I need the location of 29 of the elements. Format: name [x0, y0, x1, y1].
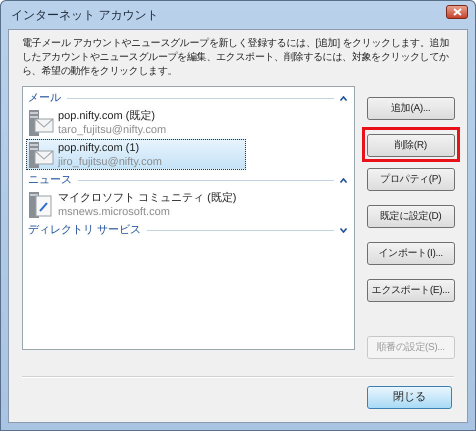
chevron-up-icon[interactable]	[340, 96, 347, 100]
account-item[interactable]: マイクロソフト コミュニティ (既定) msnews.microsoft.com	[26, 189, 246, 220]
account-detail: msnews.microsoft.com	[58, 204, 171, 218]
section-header[interactable]: ディレクトリ サービス	[28, 222, 142, 238]
section-header[interactable]: ニュース	[28, 172, 72, 188]
server-document-icon	[28, 190, 54, 218]
action-button[interactable]: エクスポート(E)...	[366, 279, 455, 302]
server-mail-icon	[28, 140, 54, 168]
section-header[interactable]: メール	[28, 90, 61, 106]
chevron-up-icon[interactable]	[340, 178, 347, 182]
action-button[interactable]: インポート(I)...	[366, 242, 455, 265]
account-item[interactable]: pop.nifty.com (既定) taro_fujitsu@nifty.com	[26, 107, 246, 138]
description-text: 電子メール アカウントやニュースグループを新しく登録するには、[追加] をクリックします。追加したアカウントやニュースグループを編集、エクスポート、削除するには、対象をクリックしてから、希望の動作をクリックします。	[22, 37, 450, 79]
account-name: pop.nifty.com (既定)	[58, 108, 156, 122]
account-name: pop.nifty.com (1)	[58, 140, 140, 154]
account-name: マイクロソフト コミュニティ (既定)	[58, 190, 236, 204]
close-button[interactable]	[446, 5, 468, 19]
account-item[interactable]: pop.nifty.com (1) jiro_fujitsu@nifty.com	[26, 139, 246, 170]
action-button[interactable]: 追加(A)...	[366, 97, 455, 120]
server-mail-icon	[28, 108, 54, 136]
action-button[interactable]: 既定に設定(D)	[366, 205, 455, 228]
account-detail: jiro_fujitsu@nifty.com	[58, 154, 162, 168]
account-detail: taro_fujitsu@nifty.com	[58, 122, 166, 136]
close-icon	[452, 8, 462, 16]
chevron-down-icon[interactable]	[340, 228, 347, 232]
action-button[interactable]: 削除(R)	[366, 134, 455, 157]
window-title: インターネット アカウント	[11, 7, 158, 24]
close-dialog-button[interactable]: 閉じる	[367, 386, 452, 409]
action-button[interactable]: プロパティ(P)	[366, 168, 455, 191]
